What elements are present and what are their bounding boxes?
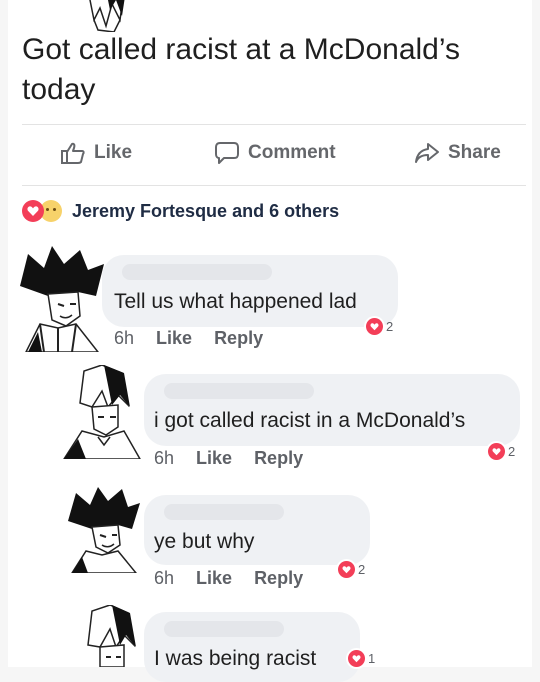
comment-reaction-count[interactable]: 2 [338,561,365,578]
reaction-count-value: 2 [508,444,516,459]
thumbs-up-icon [60,141,86,165]
reactions-summary[interactable]: Jeremy Fortesque and 6 others [22,196,339,226]
reaction-count-value: 2 [358,562,366,577]
comment-author-name[interactable] [122,264,272,280]
comment-meta: 6h Like Reply [154,568,303,589]
post-action-bar: Like Comment Share [22,124,526,186]
comment-author-name[interactable] [164,621,284,637]
like-button[interactable]: Like [60,141,132,165]
heart-icon [366,318,383,335]
comment-label: Comment [248,142,336,163]
post-text: Got called racist at a McDonald’s today [22,33,460,106]
comment-like-button[interactable]: Like [156,328,192,349]
reaction-count-value: 1 [368,651,376,666]
heart-icon [338,561,355,578]
heart-icon [348,650,365,667]
like-label: Like [94,142,133,163]
share-label: Share [448,142,501,163]
comment-reply-button[interactable]: Reply [254,448,303,469]
heart-icon [22,200,44,222]
share-arrow-icon [414,141,440,165]
comment-like-button[interactable]: Like [196,448,232,469]
comment-avatar[interactable] [62,365,142,459]
comment-reaction-count[interactable]: 2 [488,443,515,460]
comment-author-name[interactable] [164,383,314,399]
comment-like-button[interactable]: Like [196,568,232,589]
comment-text: ye but why [154,530,255,553]
comment-text: Tell us what happened lad [114,290,357,313]
comment-avatar[interactable] [68,487,140,573]
share-button[interactable]: Share [414,141,501,165]
comment-reply-button[interactable]: Reply [254,568,303,589]
comment-reply-button[interactable]: Reply [214,328,263,349]
comment-reaction-count[interactable]: 2 [366,318,393,335]
comment-avatar[interactable] [76,605,142,667]
comment-author-name[interactable] [164,504,284,520]
comment-time[interactable]: 6h [114,328,134,349]
comment-button[interactable]: Comment [214,141,336,165]
comment-text: i got called racist in a McDonald’s [154,409,466,432]
heart-icon [488,443,505,460]
post-author-avatar[interactable] [80,0,130,33]
comment-time[interactable]: 6h [154,568,174,589]
comment-text: I was being racist [154,647,317,670]
reaction-count-value: 2 [386,319,394,334]
post-card: Got called racist at a McDonald’s today … [8,0,532,682]
comment-reaction-count[interactable]: 1 [348,650,375,667]
reactions-names: Jeremy Fortesque and 6 others [72,200,340,221]
comment-bubble-icon [214,141,240,165]
comment-time[interactable]: 6h [154,448,174,469]
comment-meta: 6h Like Reply [154,448,303,469]
comment-meta: 6h Like Reply [114,328,263,349]
comment-avatar[interactable] [18,246,104,352]
